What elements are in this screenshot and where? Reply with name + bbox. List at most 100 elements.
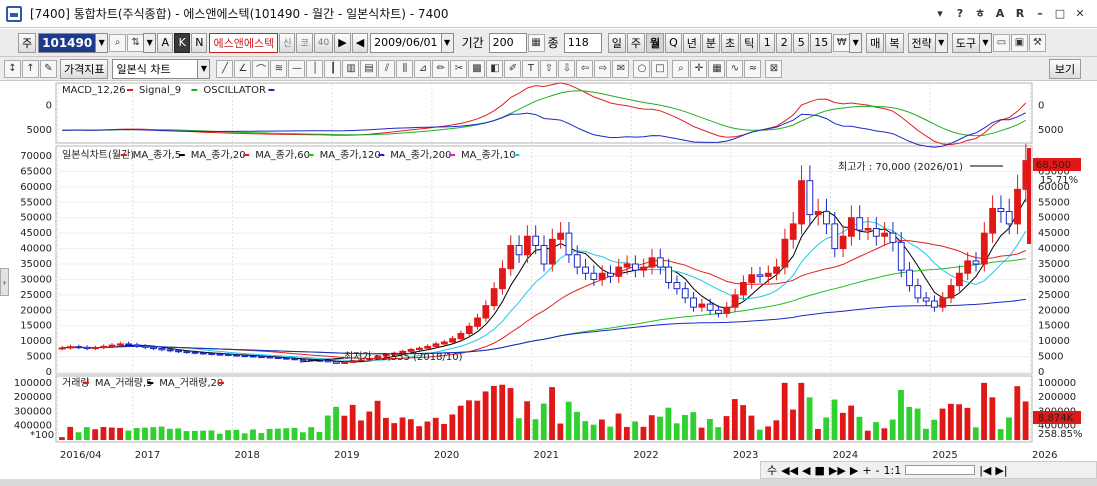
nav-prev-icon[interactable]: ◀ bbox=[802, 464, 810, 477]
ruler-icon[interactable]: ▦ bbox=[708, 59, 726, 78]
nav-zoom-out-icon[interactable]: - bbox=[876, 464, 880, 477]
gann-icon[interactable]: ⊿ bbox=[414, 59, 432, 78]
interval-month[interactable]: 월 bbox=[645, 32, 665, 53]
wave2-icon[interactable]: ≈ bbox=[744, 59, 762, 78]
arc-icon[interactable]: ⌒ bbox=[252, 59, 270, 78]
period-apply-icon[interactable]: ▦ bbox=[527, 33, 545, 52]
save-icon[interactable]: ▣ bbox=[1011, 33, 1028, 52]
price-n-button[interactable]: N bbox=[191, 32, 208, 53]
text-icon[interactable]: T bbox=[522, 59, 540, 78]
pencil-icon[interactable]: ✏ bbox=[432, 59, 450, 78]
wave-icon[interactable]: ∿ bbox=[726, 59, 744, 78]
horizontal-line-icon[interactable]: — bbox=[288, 59, 306, 78]
fan-icon[interactable]: ≋ bbox=[270, 59, 288, 78]
help-icon[interactable]: ? bbox=[953, 6, 967, 20]
eraser-icon[interactable]: ✂ bbox=[450, 59, 468, 78]
trade-button[interactable]: 매 bbox=[866, 32, 885, 53]
interval-1[interactable]: 1 bbox=[759, 32, 776, 53]
crosshair-icon[interactable]: ✛ bbox=[690, 59, 708, 78]
interval-minute[interactable]: 분 bbox=[701, 32, 720, 53]
edit-icon[interactable]: ✎ bbox=[40, 59, 57, 78]
close-icon[interactable]: ✕ bbox=[1073, 6, 1087, 20]
fibonacci-icon[interactable]: ▥ bbox=[342, 59, 360, 78]
nav-zoom-in-icon[interactable]: + bbox=[862, 464, 871, 477]
chart-area[interactable]: 2016/04 2017 2018 2019 2020 2021 2022 2023 2024 2… bbox=[0, 82, 1097, 462]
next-button[interactable]: ▶ bbox=[334, 32, 351, 53]
nav-volume-toggle[interactable]: 수 bbox=[767, 462, 777, 478]
delete-drawing-icon[interactable]: ⊠ bbox=[765, 59, 783, 78]
code-dropdown-icon[interactable]: ▼ bbox=[95, 32, 109, 53]
interval-second[interactable]: 초 bbox=[721, 32, 740, 53]
stock-code-input[interactable]: 101490 bbox=[38, 32, 97, 53]
angle-line-icon[interactable]: ∠ bbox=[234, 59, 252, 78]
interval-15[interactable]: 15 bbox=[810, 32, 833, 53]
minimize-icon[interactable]: – bbox=[1033, 6, 1047, 20]
price-a-button[interactable]: A bbox=[157, 32, 174, 53]
interval-tick[interactable]: 틱 bbox=[740, 32, 759, 53]
period-input[interactable]: 200 bbox=[488, 32, 527, 53]
nav-stop-icon[interactable]: ■ bbox=[815, 464, 825, 477]
maximize-icon[interactable]: □ bbox=[1053, 6, 1067, 20]
nav-end-icon[interactable]: ▶| bbox=[995, 464, 1007, 477]
mark-right-icon[interactable]: ⇨ bbox=[594, 59, 612, 78]
nav-forward-icon[interactable]: ▶▶ bbox=[829, 464, 846, 477]
refresh-icon[interactable]: R bbox=[1013, 6, 1027, 20]
mark-left-icon[interactable]: ⇦ bbox=[576, 59, 594, 78]
interval-day[interactable]: 일 bbox=[607, 32, 626, 53]
count-input[interactable]: 118 bbox=[563, 32, 602, 53]
font-icon[interactable]: A bbox=[993, 6, 1007, 20]
currency-dropdown-icon[interactable]: ▼ bbox=[849, 32, 863, 53]
arrow-up-icon[interactable]: ↑ bbox=[22, 59, 39, 78]
fill-icon[interactable]: ◧ bbox=[486, 59, 504, 78]
vertical-line-icon[interactable]: │ bbox=[306, 59, 324, 78]
arrow-up-down-icon[interactable]: ↕ bbox=[4, 59, 21, 78]
grid-lines-icon[interactable]: ┃ bbox=[324, 59, 342, 78]
restore-button[interactable]: 복 bbox=[885, 32, 904, 53]
nav-start-icon[interactable]: |◀ bbox=[979, 464, 991, 477]
color-palette-icon[interactable]: ▩ bbox=[468, 59, 486, 78]
interval-week[interactable]: 주 bbox=[626, 32, 645, 53]
sort-icon[interactable]: ⇅ bbox=[127, 33, 145, 52]
nav-next-icon[interactable]: ▶ bbox=[850, 464, 858, 477]
date-dropdown-icon[interactable]: ▼ bbox=[440, 32, 454, 53]
menu-dropdown-icon[interactable]: ▾ bbox=[933, 6, 947, 20]
prev-button[interactable]: ◀ bbox=[351, 32, 369, 53]
zoom-icon[interactable]: ⌕ bbox=[672, 59, 690, 78]
sort-dropdown-icon[interactable]: ▼ bbox=[143, 32, 157, 53]
market-type-button[interactable]: 주 bbox=[18, 32, 37, 53]
hangul-icon[interactable]: ㅎ bbox=[973, 6, 987, 20]
note-icon[interactable]: ✐ bbox=[504, 59, 522, 78]
interval-5[interactable]: 5 bbox=[793, 32, 810, 53]
settings-wrench-icon[interactable]: ⚒ bbox=[1029, 33, 1046, 52]
parallel-icon[interactable]: ⫽ bbox=[378, 59, 396, 78]
strategy-button[interactable]: 전략 bbox=[907, 32, 936, 53]
date-input[interactable]: 2009/06/01 bbox=[370, 32, 442, 53]
nav-scrollbar[interactable] bbox=[905, 465, 976, 475]
view-button[interactable]: 보기 bbox=[1049, 58, 1081, 79]
mark-down-icon[interactable]: ⇩ bbox=[558, 59, 576, 78]
tools-button[interactable]: 도구 bbox=[951, 32, 980, 53]
price-k-button[interactable]: K bbox=[174, 32, 191, 53]
side-panel-toggle[interactable]: › bbox=[0, 268, 9, 296]
chart-svg[interactable]: 2016/04 2017 2018 2019 2020 2021 2022 2023 2024 2… bbox=[0, 82, 1097, 462]
tools-dropdown-icon[interactable]: ▼ bbox=[979, 32, 992, 53]
interval-quarter[interactable]: Q bbox=[665, 32, 682, 53]
memo-icon[interactable]: ✉ bbox=[612, 59, 630, 78]
currency-icon[interactable]: ₩ bbox=[833, 33, 851, 52]
nav-reset-zoom[interactable]: 1:1 bbox=[884, 464, 902, 477]
mark-up-icon[interactable]: ⇧ bbox=[540, 59, 558, 78]
strategy-dropdown-icon[interactable]: ▼ bbox=[934, 32, 948, 53]
chart-type-select[interactable]: 일본식 차트 bbox=[112, 58, 199, 79]
interval-2[interactable]: 2 bbox=[776, 32, 793, 53]
cycle-lines-icon[interactable]: ⫼ bbox=[396, 59, 414, 78]
trendline-icon[interactable]: ╱ bbox=[216, 59, 234, 78]
channel-icon[interactable]: ▤ bbox=[360, 59, 378, 78]
price-indicator-button[interactable]: 가격지표 bbox=[60, 58, 109, 79]
nav-first-icon[interactable]: ◀◀ bbox=[781, 464, 798, 477]
search-icon[interactable]: ⌕ bbox=[109, 33, 127, 52]
chart-type-dropdown-icon[interactable]: ▼ bbox=[197, 58, 211, 79]
interval-year[interactable]: 년 bbox=[682, 32, 701, 53]
open-folder-icon[interactable]: ▭ bbox=[993, 33, 1010, 52]
rectangle-icon[interactable]: □ bbox=[651, 59, 669, 78]
circle-icon[interactable]: ○ bbox=[633, 59, 651, 78]
